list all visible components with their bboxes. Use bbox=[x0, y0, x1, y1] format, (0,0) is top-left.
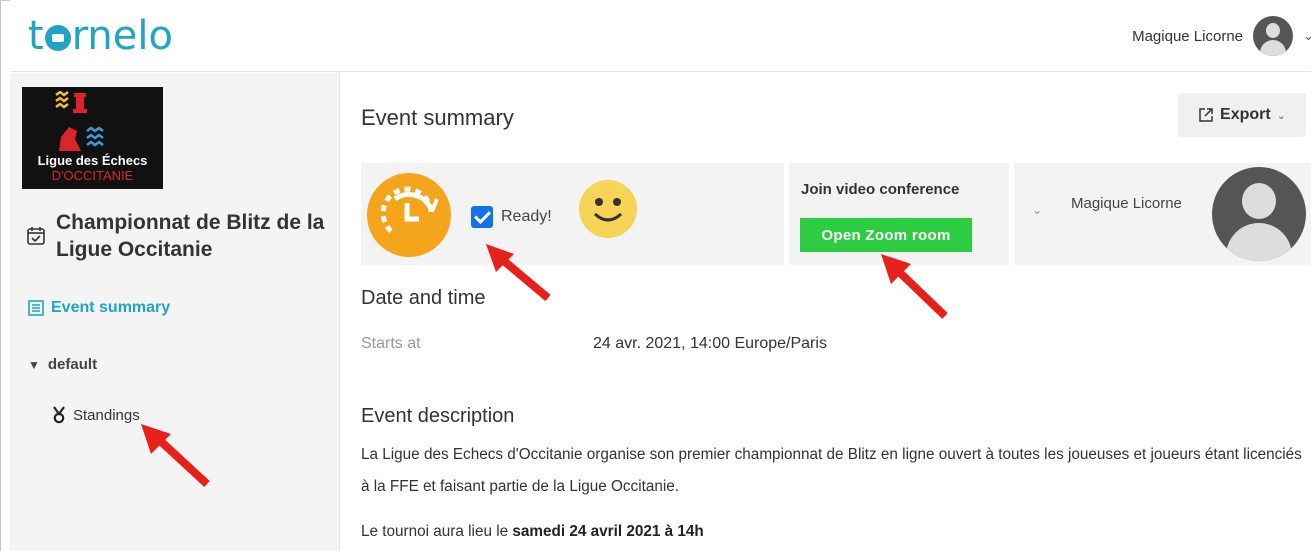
date-line-bold: samedi 24 avril 2021 à 14h bbox=[512, 523, 704, 540]
sidebar-item-event-summary[interactable]: Event summary bbox=[28, 299, 170, 317]
sidebar-item-label: Standings bbox=[73, 406, 140, 424]
list-icon bbox=[28, 300, 44, 316]
page-title: Event summary bbox=[361, 105, 514, 130]
export-button[interactable]: Export ⌄ bbox=[1178, 93, 1306, 137]
tornelo-logo[interactable]: t rnelo bbox=[28, 14, 173, 58]
user-panel: ⌄ Magique Licorne bbox=[1014, 163, 1311, 265]
annotation-arrow-icon bbox=[141, 424, 210, 487]
annotation-arrow-icon bbox=[486, 244, 551, 302]
event-title-text: Championnat de Blitz de la Ligue Occitan… bbox=[56, 211, 325, 261]
user-menu[interactable]: Magique Licorne ⌄ bbox=[1132, 16, 1311, 56]
panel-user-name: Magique Licorne bbox=[1071, 195, 1182, 212]
video-conference-title: Join video conference bbox=[801, 181, 960, 198]
org-name: Ligue des Échecs bbox=[37, 153, 148, 168]
date-heading: Date and time bbox=[361, 287, 486, 309]
ready-panel: Ready! bbox=[361, 163, 784, 265]
description-date-line: Le tournoi aura lieu le samedi 24 avril … bbox=[361, 523, 704, 541]
medal-icon bbox=[53, 406, 65, 424]
external-link-icon bbox=[1199, 108, 1213, 122]
sidebar-item-standings[interactable]: Standings bbox=[52, 406, 140, 424]
open-zoom-room-button[interactable]: Open Zoom room bbox=[800, 218, 972, 252]
org-region: D'OCCITANIE bbox=[51, 168, 134, 183]
calendar-check-icon bbox=[27, 227, 45, 245]
description-text: La Ligue des Echecs d'Occitanie organise… bbox=[361, 446, 1302, 495]
ready-label: Ready! bbox=[501, 208, 552, 225]
clock-refresh-icon bbox=[367, 173, 451, 257]
user-name: Magique Licorne bbox=[1132, 27, 1243, 45]
user-avatar-icon bbox=[1212, 167, 1306, 261]
video-conference-panel: Join video conference Open Zoom room bbox=[789, 163, 1009, 265]
starts-at-value: 24 avr. 2021, 14:00 Europe/Paris bbox=[593, 335, 827, 352]
checkbox-checked-icon[interactable] bbox=[471, 206, 493, 228]
org-logo: Ligue des Échecs D'OCCITANIE bbox=[22, 87, 163, 189]
logo-o-icon bbox=[44, 25, 71, 51]
sidebar-section-label: default bbox=[47, 356, 98, 373]
caret-down-icon: ▼ bbox=[28, 357, 40, 372]
chevron-down-icon: ⌄ bbox=[1276, 109, 1286, 122]
event-title: Championnat de Blitz de la Ligue Occitan… bbox=[26, 209, 326, 263]
chevron-down-icon[interactable]: ⌄ bbox=[1032, 203, 1042, 217]
smiley-icon bbox=[579, 180, 637, 238]
user-avatar-icon[interactable] bbox=[1253, 16, 1293, 56]
description-heading: Event description bbox=[361, 405, 515, 427]
annotation-arrow-icon bbox=[881, 254, 948, 319]
export-label: Export bbox=[1220, 106, 1271, 123]
org-emblem-icon bbox=[55, 91, 87, 113]
sidebar-section-default[interactable]: ▼ default bbox=[28, 356, 97, 373]
starts-at-label: Starts at bbox=[361, 335, 421, 352]
knight-icon bbox=[59, 126, 104, 151]
top-bar: t rnelo Magique Licorne ⌄ bbox=[10, 0, 1311, 72]
sidebar-item-label: Event summary bbox=[51, 299, 171, 316]
date-line-prefix: Le tournoi aura lieu le bbox=[361, 523, 513, 540]
chevron-down-icon[interactable]: ⌄ bbox=[1303, 28, 1311, 44]
ready-checkbox[interactable]: Ready! bbox=[471, 206, 552, 228]
